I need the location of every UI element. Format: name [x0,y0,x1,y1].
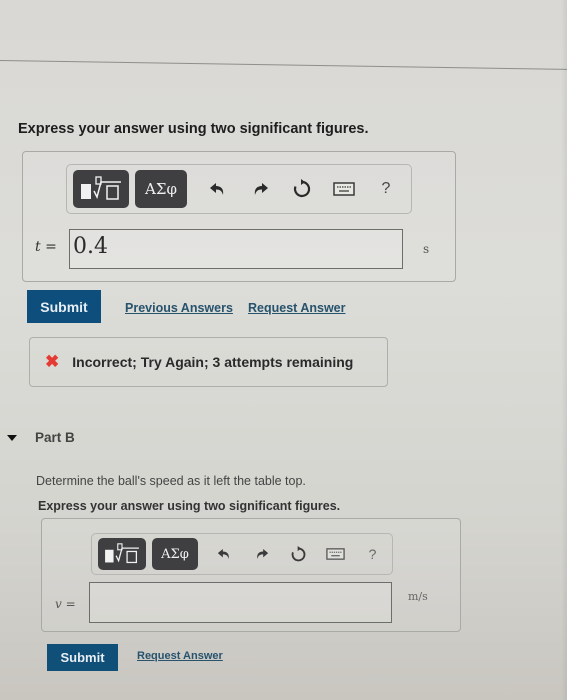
part-b-variable-label: v = [55,597,76,611]
part-a-math-toolbar: ΑΣφ ? [66,164,412,214]
keyboard-icon[interactable] [317,535,354,573]
part-b-instruction: Express your answer using two significan… [38,499,341,513]
templates-button[interactable] [73,170,129,208]
part-b-submit-button[interactable]: Submit [47,644,118,671]
templates-icon [81,176,121,200]
part-a-request-answer-link[interactable]: Request Answer [248,301,345,315]
part-b-request-answer-link[interactable]: Request Answer [137,650,223,662]
part-a-unit: s [423,242,430,256]
part-a-answer-input[interactable]: 0.4 [69,229,403,269]
feedback-message: ✖ Incorrect; Try Again; 3 attempts remai… [29,337,388,387]
greek-symbols-button[interactable]: ΑΣφ [152,538,198,570]
undo-icon[interactable] [206,535,243,573]
part-a-instruction: Express your answer using two significan… [18,121,369,137]
templates-button[interactable] [98,538,146,570]
greek-symbols-button[interactable]: ΑΣφ [135,170,187,208]
previous-answers-link[interactable]: Previous Answers [125,301,233,315]
undo-icon[interactable] [197,170,239,208]
redo-icon[interactable] [239,170,281,208]
part-a-variable-label: t = [35,239,57,255]
help-button[interactable]: ? [354,535,391,573]
part-b-title: Part B [35,430,75,445]
templates-icon [105,543,139,564]
page-divider [0,60,567,70]
part-b-math-toolbar: ΑΣφ ? [91,533,393,575]
page-edge-shadow [561,0,567,700]
part-b-answer-input[interactable] [89,582,392,623]
collapse-caret-icon[interactable] [7,434,17,441]
reset-icon[interactable] [280,535,317,573]
reset-icon[interactable] [281,170,323,208]
part-b-unit: m/s [408,590,428,603]
feedback-text: Incorrect; Try Again; 3 attempts remaini… [72,354,354,370]
help-button[interactable]: ? [365,170,407,208]
part-a-submit-button[interactable]: Submit [27,290,101,323]
part-b-header[interactable]: Part B [0,430,75,445]
incorrect-x-icon: ✖ [45,352,60,371]
redo-icon[interactable] [243,535,280,573]
part-b-question: Determine the ball's speed as it left th… [36,474,306,488]
keyboard-icon[interactable] [323,170,365,208]
